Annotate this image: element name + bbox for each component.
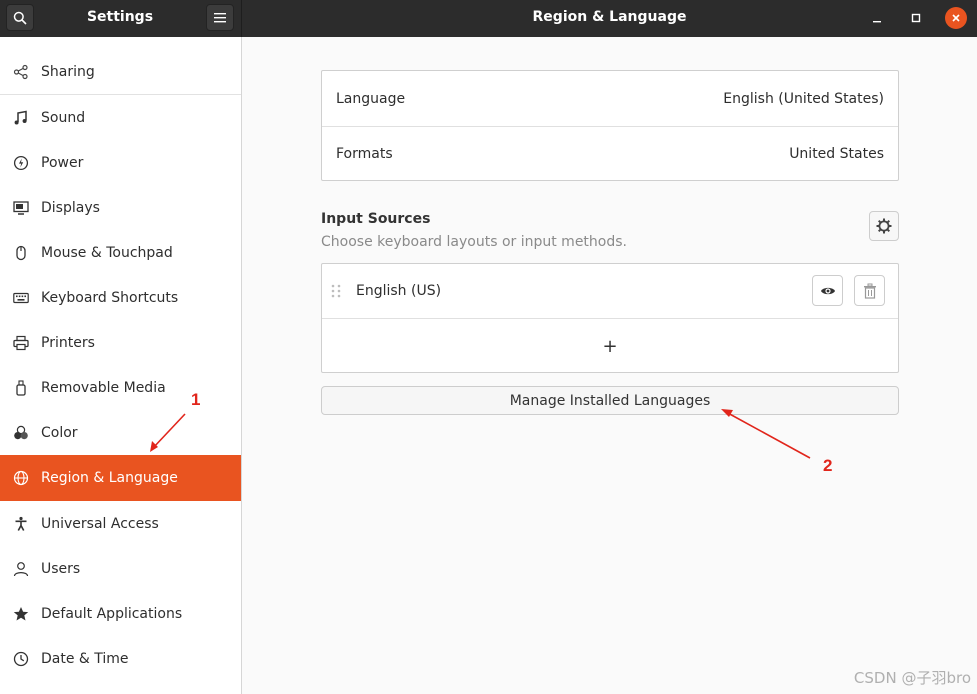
watermark: CSDN @子羽bro	[853, 669, 971, 687]
arrow-2-head	[721, 409, 733, 417]
arrow-2-line	[725, 411, 811, 459]
arrow-1-line	[152, 413, 186, 449]
annotation-arrows	[150, 409, 811, 459]
annotation-label-1: 1	[191, 390, 201, 409]
arrow-1-head	[150, 441, 158, 452]
annotation-label-2: 2	[823, 456, 833, 475]
